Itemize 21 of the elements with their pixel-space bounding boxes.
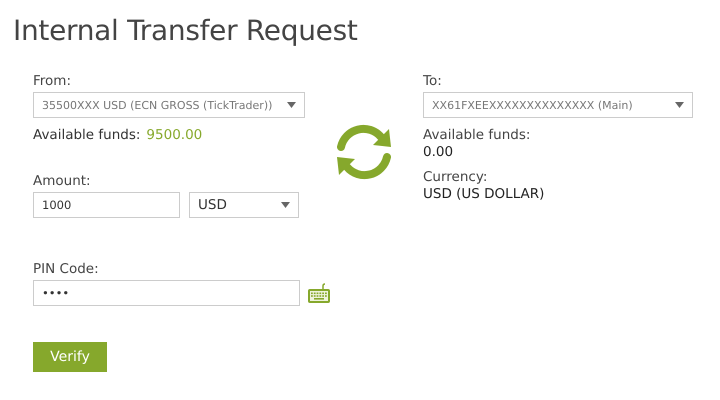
currency-dropdown[interactable]: USD [189,192,299,218]
swap-icon[interactable] [335,123,393,181]
keyboard-icon[interactable] [307,282,331,304]
caret-icon [287,102,296,108]
caret-icon [281,202,290,208]
field-label: Amount: [33,173,92,189]
field-label: To: [423,73,443,89]
page-title: Internal Transfer Request [12,13,359,47]
caret-icon [675,102,684,108]
field-label: Currency: [423,169,488,185]
funds-value: 0.00 [423,144,454,160]
funds-value: 9500.00 [146,127,202,143]
funds-label: Available funds: [423,127,532,143]
account-dropdown[interactable]: XX61FXEEXXXXXXXXXXXXXX (Main) [423,92,693,118]
currency-value: USD (US DOLLAR) [423,186,546,202]
funds-label: Available funds: [33,127,140,143]
pin-field[interactable]: •••• [33,280,300,306]
field-label: From: [33,73,72,89]
account-dropdown[interactable]: 35500XXX USD (ECN GROSS (TickTrader)) [33,92,305,118]
field-label: PIN Code: [33,261,100,277]
amount-field[interactable]: 1000 [33,192,180,218]
